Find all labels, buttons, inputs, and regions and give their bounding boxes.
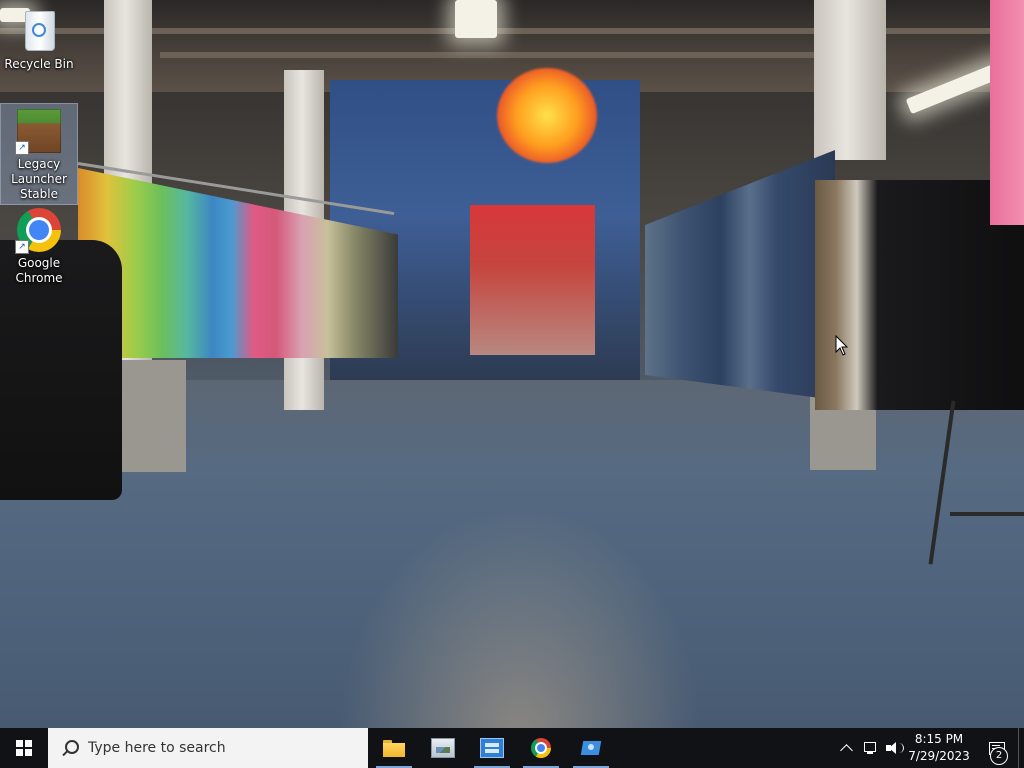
wallpaper-sun-sign [497,68,597,163]
desktop-wallpaper [0,0,1024,728]
minecraft-grass-block-icon: ↗ [15,107,63,155]
mouse-cursor-icon [835,335,849,356]
image-viewer-icon [431,738,455,758]
show-desktop-button[interactable] [1018,728,1024,768]
taskbar-search-box[interactable]: Type here to search [48,728,368,768]
shortcut-arrow-icon: ↗ [15,240,29,254]
control-panel-icon [480,738,504,758]
taskbar-app-image-viewer[interactable] [419,728,467,768]
clock-time: 8:15 PM [914,732,964,746]
desktop-icon-google-chrome[interactable]: ↗ Google Chrome [1,203,77,286]
desktop-icon-label: Recycle Bin [4,57,74,71]
desktop-icon-legacy-launcher[interactable]: ↗ Legacy Launcher Stable [0,103,78,205]
notification-count-badge: 2 [990,747,1008,765]
desktop-icon-recycle-bin[interactable]: Recycle Bin [1,4,77,72]
wallpaper-pillar [814,0,886,160]
shortcut-arrow-icon: ↗ [15,141,29,155]
taskbar-app-network-config[interactable] [567,728,615,768]
network-config-icon [580,738,602,758]
windows-logo-icon [16,740,32,756]
desktop-icon-label: Legacy Launcher Stable [11,157,67,201]
taskbar: Type here to search 8:15 PM 7/29/2023 2 [0,728,1024,768]
chrome-icon [531,738,551,758]
wallpaper-rack-denim [645,150,835,400]
wallpaper-pillar-base [116,360,186,472]
taskbar-app-file-explorer[interactable] [370,728,418,768]
clock-date: 7/29/2023 [908,749,970,763]
wallpaper-rack-stand [950,512,1024,516]
search-placeholder: Type here to search [88,740,226,756]
chevron-up-icon [839,743,853,757]
taskbar-app-google-chrome[interactable] [517,728,565,768]
wallpaper-back-store [470,205,595,355]
wallpaper-light [455,0,497,38]
start-button[interactable] [0,728,48,768]
folder-icon [383,739,405,757]
network-icon [863,741,879,755]
desktop-icon-label: Google Chrome [15,256,63,285]
wallpaper-pink-fabric [990,0,1024,225]
wallpaper-beam [160,52,860,58]
speaker-icon [886,741,904,755]
tray-clock[interactable]: 8:15 PM 7/29/2023 [904,731,974,765]
chrome-icon: ↗ [15,206,63,254]
recycle-bin-icon [15,7,63,55]
taskbar-app-control-panel[interactable] [468,728,516,768]
tray-show-hidden-icons[interactable] [836,728,856,768]
tray-volume[interactable] [884,728,906,768]
tray-network[interactable] [860,728,882,768]
search-icon [60,738,80,758]
